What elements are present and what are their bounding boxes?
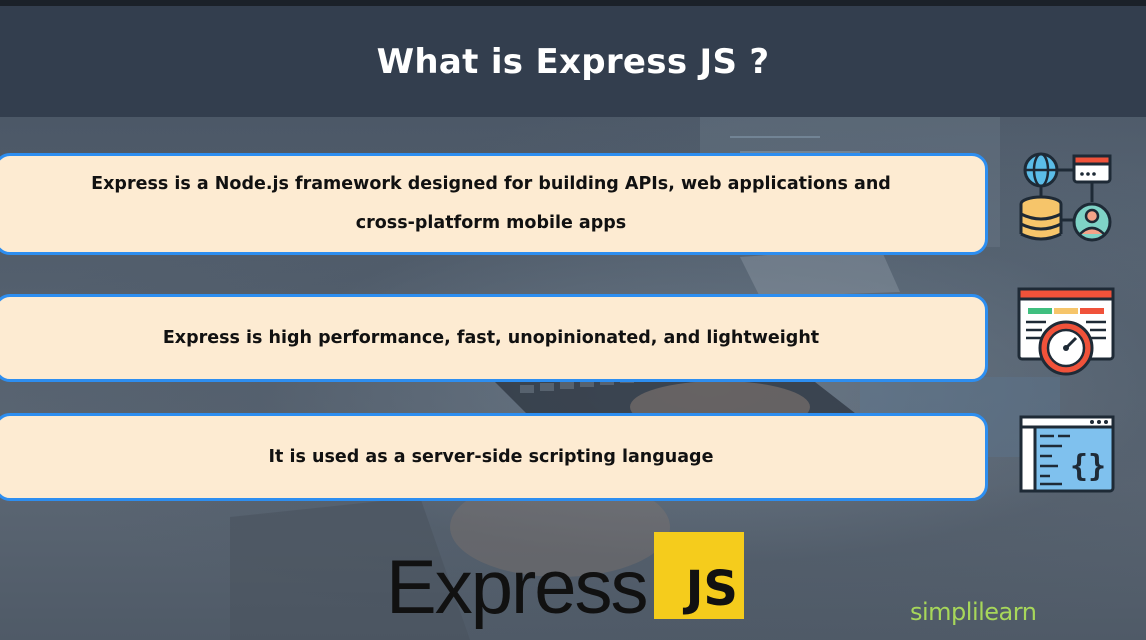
js-badge: JS xyxy=(654,532,744,619)
network-database-user-icon xyxy=(1019,152,1112,242)
speedometer-dashboard-icon xyxy=(1017,287,1115,376)
point-card-1: Express is a Node.js framework designed … xyxy=(0,153,988,255)
point-card-2: Express is high performance, fast, unopi… xyxy=(0,294,988,382)
title-bar: What is Express JS ? xyxy=(0,6,1146,117)
slide-title: What is Express JS ? xyxy=(376,41,770,82)
express-wordmark: Express xyxy=(386,545,649,630)
brand-logo: simplilearn xyxy=(910,598,1037,626)
point-2-line-1: Express is high performance, fast, unopi… xyxy=(162,327,820,348)
point-1-line-1: Express is a Node.js framework designed … xyxy=(91,174,891,194)
code-window-icon: {} xyxy=(1019,415,1115,493)
point-1-line-2: cross-platform mobile apps xyxy=(355,213,627,233)
point-3-line-1: It is used as a server-side scripting la… xyxy=(268,446,714,467)
point-card-3: It is used as a server-side scripting la… xyxy=(0,413,988,501)
svg-text:{}: {} xyxy=(1070,449,1106,484)
